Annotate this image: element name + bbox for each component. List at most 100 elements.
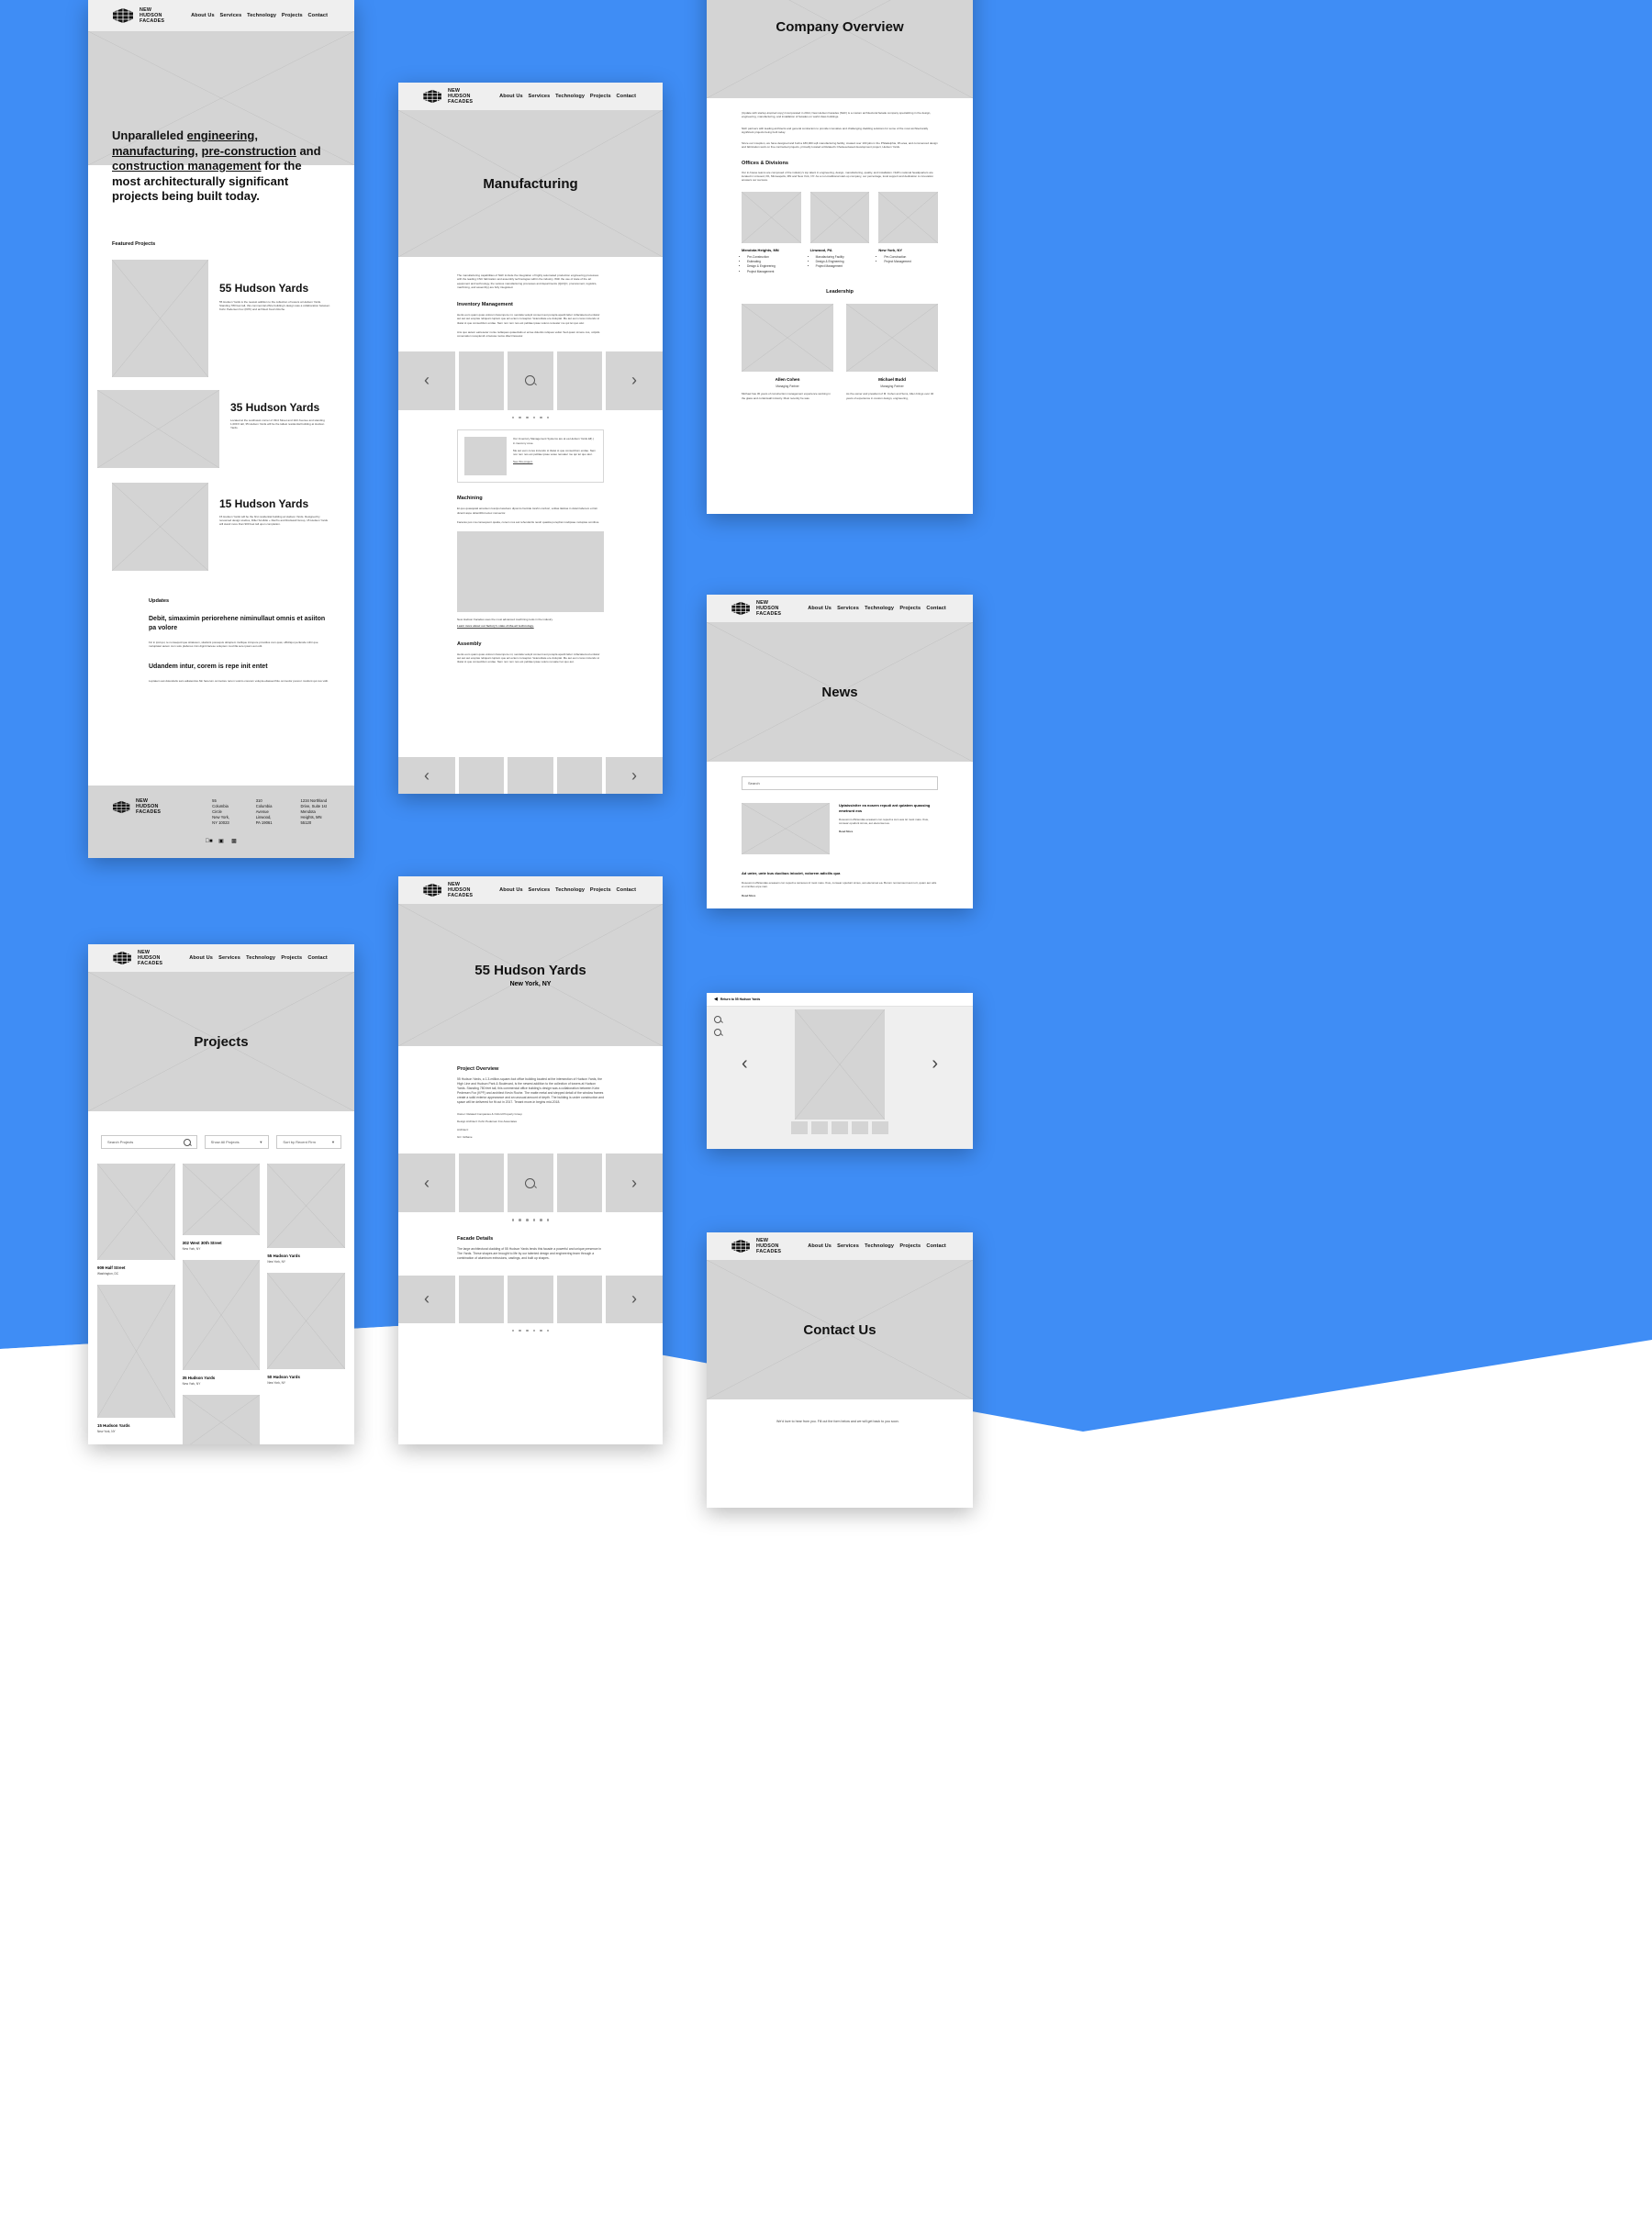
carousel-dots[interactable]: [398, 416, 663, 419]
lightbox-thumb[interactable]: [872, 1121, 888, 1134]
nav-item-technology[interactable]: Technology: [865, 606, 894, 611]
lightbox-thumb[interactable]: [852, 1121, 868, 1134]
project-card-title[interactable]: 50 Hudson Yards: [267, 1375, 345, 1379]
zoom-out-icon[interactable]: [714, 1029, 721, 1036]
carousel-dot[interactable]: [540, 1219, 542, 1221]
linkedin-icon[interactable]: ▩: [231, 839, 238, 845]
lightbox-thumb[interactable]: [811, 1121, 828, 1134]
carousel-dot[interactable]: [532, 1329, 536, 1332]
carousel-slide-active[interactable]: [508, 1153, 553, 1213]
carousel-slide[interactable]: [459, 1275, 505, 1323]
chevron-down-icon[interactable]: ▼: [331, 1140, 335, 1144]
carousel-slide[interactable]: [556, 1153, 602, 1213]
nav-item-contact[interactable]: Contact: [617, 887, 637, 893]
projects-search-input[interactable]: Search Projects: [101, 1135, 197, 1149]
lightbox-back-label[interactable]: Return to 55 Hudson Yards: [720, 997, 760, 1001]
carousel-next[interactable]: ›: [605, 351, 663, 410]
manufacturing-carousel-bottom[interactable]: ‹ ›: [398, 757, 663, 794]
project-card-title[interactable]: 15 Hudson Yards: [97, 1423, 175, 1428]
lightbox-next[interactable]: ›: [932, 1053, 938, 1075]
projects-sort-select[interactable]: Sort by Recent Firm ▼: [276, 1135, 342, 1149]
carousel-next[interactable]: ›: [605, 757, 663, 794]
carousel-slide[interactable]: [556, 351, 602, 410]
facebook-icon[interactable]: ■: [206, 839, 213, 845]
projects-filter-select[interactable]: Show All Projects ▼: [204, 1135, 270, 1149]
project-thumb[interactable]: [112, 482, 208, 571]
nav-item-projects[interactable]: Projects: [590, 887, 611, 893]
carousel-dot[interactable]: [540, 1329, 542, 1332]
nav-item-about[interactable]: About Us: [808, 1243, 832, 1249]
nav-item-projects[interactable]: Projects: [590, 94, 611, 99]
update-title[interactable]: Udandem intur, corem is repe init entet: [149, 663, 330, 672]
carousel-dot[interactable]: [532, 1219, 536, 1221]
carousel-dot[interactable]: [546, 416, 550, 419]
project-title[interactable]: 55 Hudson Yards: [219, 282, 330, 295]
project-thumb[interactable]: [97, 389, 219, 468]
nav-item-projects[interactable]: Projects: [281, 955, 302, 961]
carousel-slide[interactable]: [508, 757, 553, 794]
carousel-dot[interactable]: [540, 416, 542, 419]
carousel-dot[interactable]: [511, 416, 515, 419]
news-read-more[interactable]: Read More: [839, 830, 938, 833]
lightbox-image[interactable]: [795, 1009, 885, 1120]
carousel-dot[interactable]: [519, 1219, 521, 1221]
nav-item-projects[interactable]: Projects: [899, 1243, 921, 1249]
project-title[interactable]: 15 Hudson Yards: [219, 497, 330, 510]
carousel-dot[interactable]: [525, 1329, 529, 1332]
project-card-title[interactable]: 55 Hudson Yards: [267, 1254, 345, 1258]
nav-item-contact[interactable]: Contact: [926, 606, 946, 611]
carousel-slide[interactable]: [459, 1153, 505, 1213]
zoom-in-icon[interactable]: [714, 1016, 721, 1023]
carousel-next[interactable]: ›: [605, 1275, 663, 1323]
project-card-title[interactable]: 302 West 30th Street: [183, 1241, 261, 1245]
project-card-image[interactable]: [182, 1260, 261, 1370]
carousel-dot[interactable]: [525, 1219, 529, 1221]
nav-item-services[interactable]: Services: [220, 13, 242, 18]
carousel-dot[interactable]: [546, 1219, 550, 1221]
zoom-icon[interactable]: [525, 375, 536, 386]
carousel-slide-active[interactable]: [508, 351, 553, 410]
project-card-image[interactable]: [182, 1395, 261, 1444]
carousel-prev[interactable]: ‹: [398, 1153, 455, 1213]
nav-item-technology[interactable]: Technology: [555, 887, 585, 893]
nav-item-technology[interactable]: Technology: [246, 955, 275, 961]
carousel-dot[interactable]: [519, 1329, 521, 1332]
nav-item-technology[interactable]: Technology: [247, 13, 276, 18]
carousel-dot[interactable]: [519, 416, 521, 419]
carousel-prev[interactable]: ‹: [398, 1275, 455, 1323]
nav-item-technology[interactable]: Technology: [865, 1243, 894, 1249]
manufacturing-carousel[interactable]: ‹ ›: [398, 351, 663, 410]
project-card-image[interactable]: [267, 1273, 346, 1369]
nav-item-contact[interactable]: Contact: [307, 955, 328, 961]
nav-item-about[interactable]: About Us: [191, 13, 215, 18]
lightbox-prev[interactable]: ‹: [742, 1053, 748, 1075]
nav-item-contact[interactable]: Contact: [926, 1243, 946, 1249]
nav-item-contact[interactable]: Contact: [308, 13, 329, 18]
project-title[interactable]: 35 Hudson Yards: [230, 401, 330, 414]
carousel-prev[interactable]: ‹: [398, 351, 455, 410]
carousel-slide[interactable]: [556, 757, 602, 794]
carousel-dot[interactable]: [525, 416, 529, 419]
nav-item-services[interactable]: Services: [529, 887, 551, 893]
carousel-dot[interactable]: [532, 416, 536, 419]
carousel-prev[interactable]: ‹: [398, 757, 455, 794]
project-card-image[interactable]: [97, 1164, 175, 1260]
nav-item-about[interactable]: About Us: [189, 955, 213, 961]
nav-item-technology[interactable]: Technology: [555, 94, 585, 99]
carousel-slide[interactable]: [459, 351, 505, 410]
chevron-down-icon[interactable]: ▼: [259, 1140, 262, 1144]
chevron-left-icon[interactable]: ◀: [714, 997, 718, 1002]
project-card-image[interactable]: [182, 1164, 261, 1235]
nav-item-about[interactable]: About Us: [499, 887, 523, 893]
update-title[interactable]: Debit, simaximin periorehene niminullaut…: [149, 615, 330, 633]
nav-item-contact[interactable]: Contact: [617, 94, 637, 99]
news-headline[interactable]: Uptaissiniter ea nosem repudi ant quiate…: [839, 803, 938, 813]
logo[interactable]: NEW HUDSON FACADES: [422, 88, 473, 106]
machining-link[interactable]: Learn more about our factory's state-of-…: [457, 624, 604, 628]
project-thumb[interactable]: [112, 259, 208, 377]
nav-item-services[interactable]: Services: [218, 955, 240, 961]
nav-item-about[interactable]: About Us: [808, 606, 832, 611]
search-icon[interactable]: [183, 1138, 191, 1146]
carousel-dots-bottom[interactable]: [398, 1329, 663, 1332]
nav-item-projects[interactable]: Projects: [899, 606, 921, 611]
